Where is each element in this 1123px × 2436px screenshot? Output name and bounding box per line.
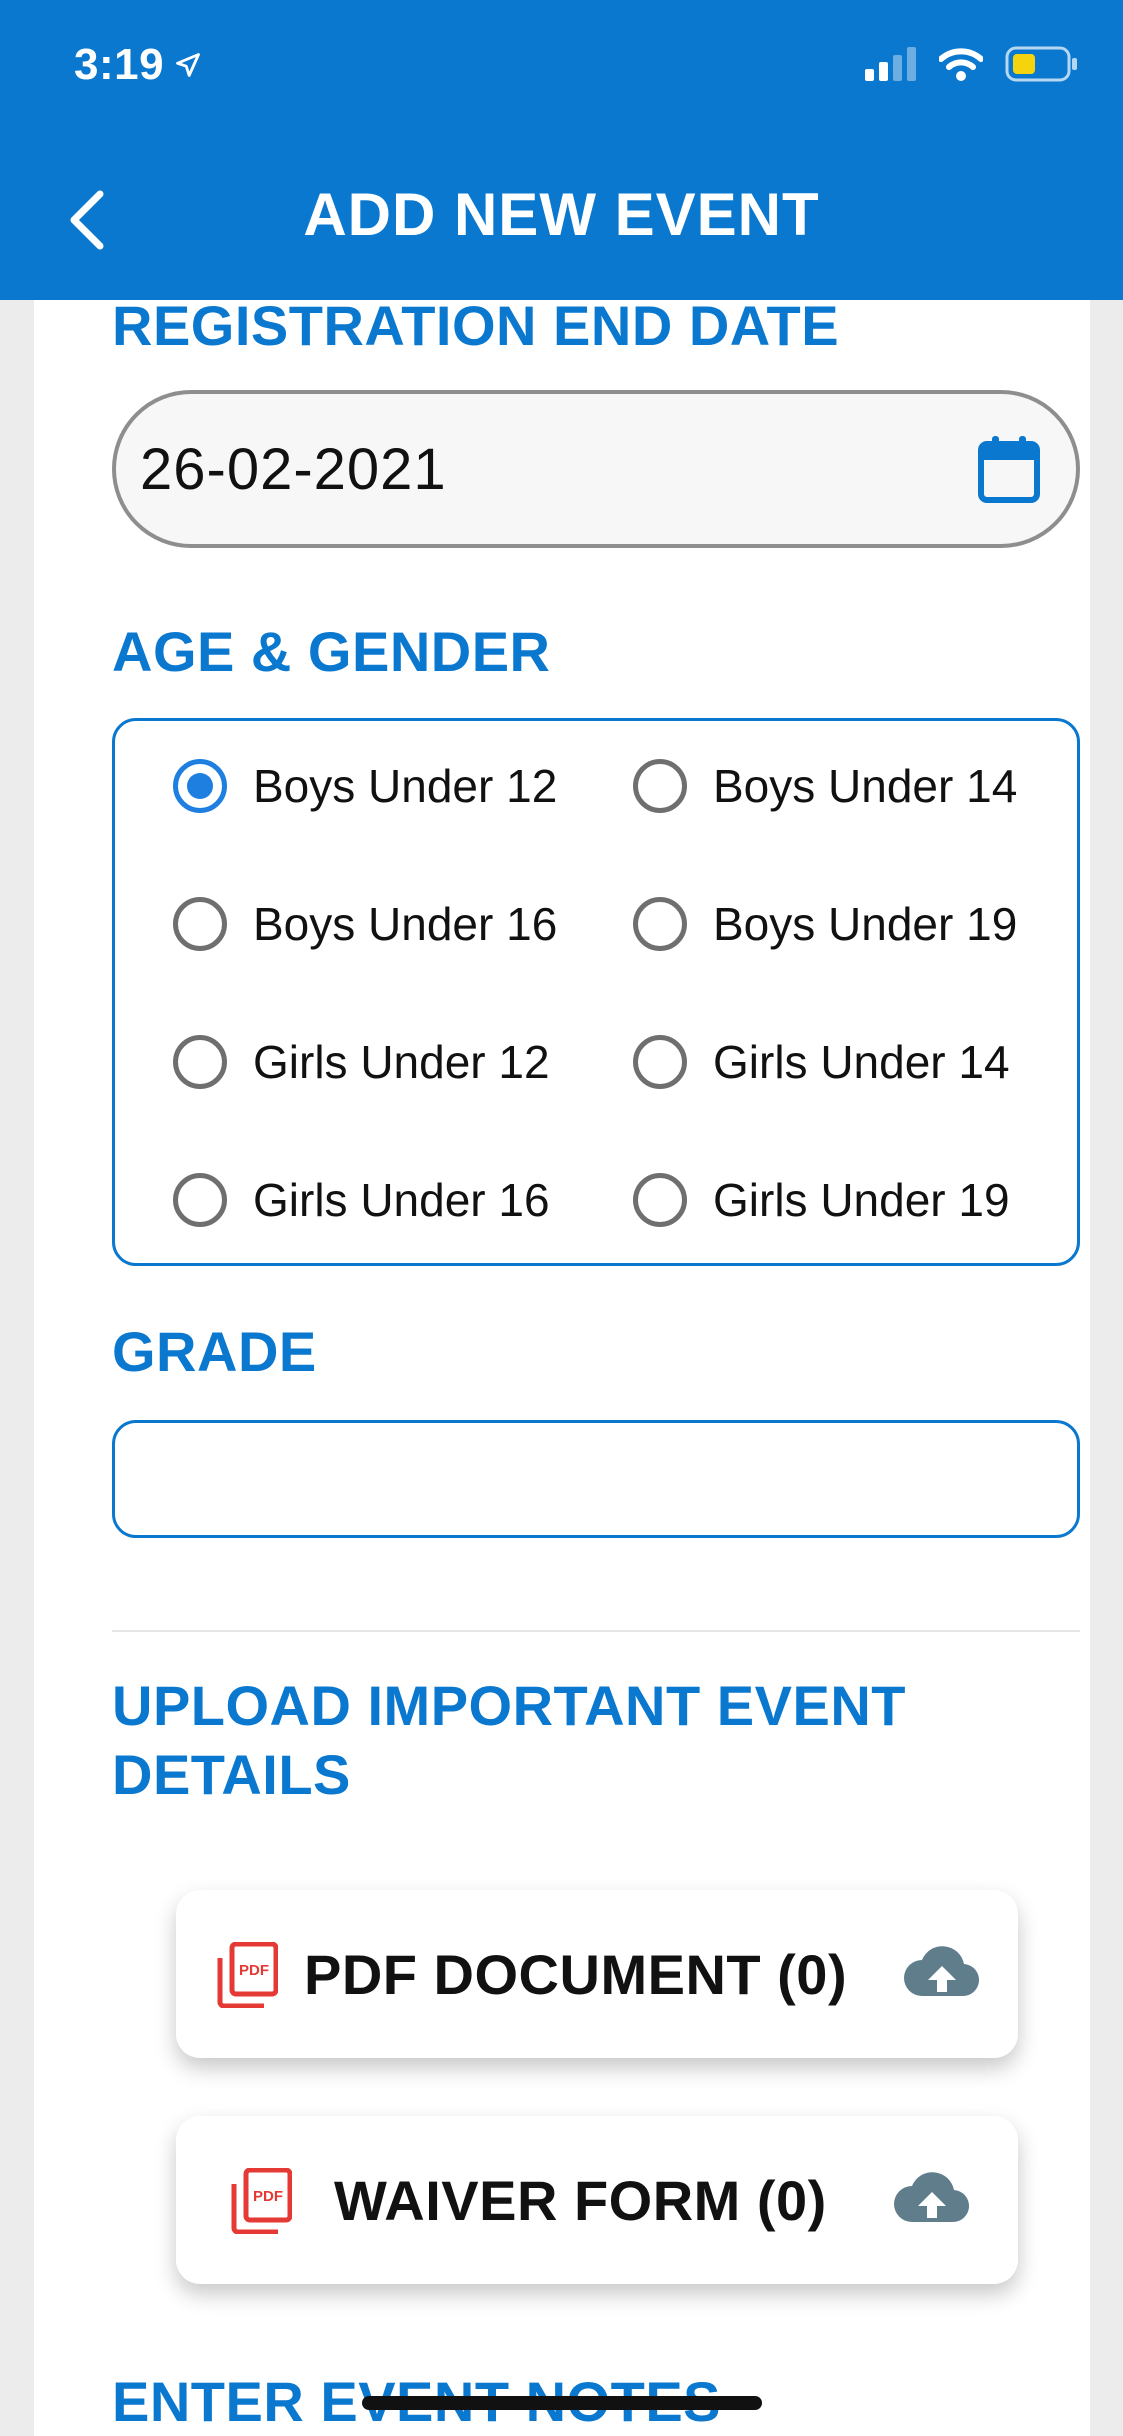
upload-pdf-document-label: PDF DOCUMENT (0) [304,1943,848,2006]
section-divider [112,1630,1080,1632]
signal-icon [865,47,916,81]
radio-boys-under-19[interactable]: Boys Under 19 [633,897,1017,951]
radio-label: Boys Under 19 [713,898,1018,950]
radio-unchecked-icon [633,897,687,951]
location-arrow-icon [176,53,200,77]
radio-label: Boys Under 16 [253,898,558,950]
page-title: ADD NEW EVENT [303,181,820,248]
pdf-icon: PDF [217,1942,278,2008]
registration-end-date-value: 26-02-2021 [140,436,447,502]
radio-girls-under-14[interactable]: Girls Under 14 [633,1035,1010,1089]
radio-girls-under-16[interactable]: Girls Under 16 [173,1173,550,1227]
registration-end-date-label: REGISTRATION END DATE [112,294,840,357]
pdf-icon: PDF [231,2168,292,2234]
upload-waiver-form-button[interactable]: PDF WAIVER FORM (0) [176,2116,1018,2284]
status-time: 3:19 [74,40,202,90]
grade-input[interactable] [112,1420,1080,1538]
radio-unchecked-icon [173,897,227,951]
upload-label-line1: UPLOAD IMPORTANT EVENT [112,1674,906,1737]
radio-label: Girls Under 12 [253,1036,550,1088]
form-card: REGISTRATION END DATE 26-02-2021 AGE & G… [34,294,1090,2436]
radio-girls-under-12[interactable]: Girls Under 12 [173,1035,550,1089]
calendar-icon[interactable] [978,434,1040,504]
status-icons [865,46,1079,82]
home-indicator [362,2396,762,2410]
cloud-upload-icon [894,2172,970,2223]
age-gender-radio-group: Boys Under 12 Boys Under 14 Boys Under 1… [112,718,1080,1266]
status-time-text: 3:19 [74,40,165,89]
grade-label: GRADE [112,1320,317,1383]
upload-section-label: UPLOAD IMPORTANT EVENT DETAILS [112,1672,906,1810]
radio-label: Boys Under 14 [713,760,1018,812]
age-gender-label: AGE & GENDER [112,620,551,683]
battery-icon [1005,46,1077,82]
upload-waiver-form-label: WAIVER FORM (0) [334,2169,827,2232]
radio-unchecked-icon [633,1035,687,1089]
radio-boys-under-12[interactable]: Boys Under 12 [173,759,557,813]
radio-unchecked-icon [633,759,687,813]
radio-girls-under-19[interactable]: Girls Under 19 [633,1173,1010,1227]
radio-checked-icon [173,759,227,813]
radio-boys-under-14[interactable]: Boys Under 14 [633,759,1017,813]
cloud-upload-icon [904,1946,980,1997]
upload-pdf-document-button[interactable]: PDF PDF DOCUMENT (0) [176,1890,1018,2058]
radio-label: Girls Under 16 [253,1174,550,1226]
radio-label: Girls Under 14 [713,1036,1010,1088]
registration-end-date-field[interactable]: 26-02-2021 [112,390,1080,548]
radio-label: Girls Under 19 [713,1174,1010,1226]
app-header: 3:19 ADD NEW EVENT [0,0,1123,300]
radio-unchecked-icon [633,1173,687,1227]
radio-unchecked-icon [173,1173,227,1227]
radio-boys-under-16[interactable]: Boys Under 16 [173,897,557,951]
wifi-icon [939,48,983,81]
svg-text:PDF: PDF [239,1962,269,1979]
radio-label: Boys Under 12 [253,760,558,812]
svg-text:PDF: PDF [253,2188,283,2205]
radio-unchecked-icon [173,1035,227,1089]
upload-label-line2: DETAILS [112,1742,351,1806]
